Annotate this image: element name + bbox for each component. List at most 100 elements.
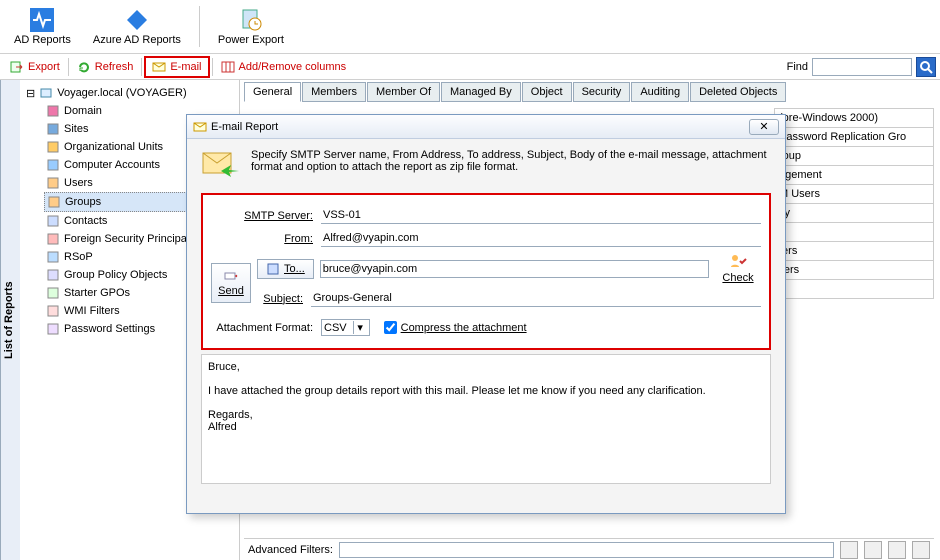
mail-forward-icon — [201, 149, 241, 183]
find-label: Find — [787, 61, 808, 73]
tree-root[interactable]: ⊟ Voyager.local (VOYAGER) — [24, 84, 235, 102]
tree-item-label: Computer Accounts — [64, 159, 160, 171]
af-btn1[interactable] — [840, 541, 858, 559]
table-row[interactable]: xy — [774, 204, 934, 223]
send-button[interactable]: Send — [211, 263, 251, 303]
item-icon — [46, 158, 60, 172]
send-label: Send — [218, 285, 244, 297]
tabs: GeneralMembersMember OfManaged ByObjectS… — [240, 82, 940, 102]
to-input[interactable]: bruce@vyapin.com — [320, 260, 709, 278]
table-row[interactable]: Password Replication Gro — [774, 128, 934, 147]
tree-item-label: Contacts — [64, 215, 107, 227]
from-label: From: — [211, 233, 321, 245]
table-row[interactable]: agement — [774, 166, 934, 185]
check-button[interactable]: Check — [715, 253, 761, 284]
columns-button[interactable]: Add/Remove columns — [215, 58, 353, 76]
side-label: List of Reports — [3, 281, 15, 359]
table-row[interactable]: M Users — [774, 185, 934, 204]
tree-item-label: Foreign Security Principals — [64, 233, 195, 245]
attach-label: Attachment Format: — [211, 322, 321, 334]
tree-item-label: WMI Filters — [64, 305, 120, 317]
check-label: Check — [722, 272, 753, 284]
compress-label: Compress the attachment — [401, 322, 527, 334]
find-input[interactable] — [812, 58, 912, 76]
dialog-header: Specify SMTP Server name, From Address, … — [187, 139, 785, 193]
item-icon — [46, 214, 60, 228]
compress-checkbox[interactable]: Compress the attachment — [384, 321, 527, 334]
item-icon — [46, 268, 60, 282]
tree-item-label: Users — [64, 177, 93, 189]
tab[interactable]: Members — [302, 82, 366, 102]
ribbon-label: Azure AD Reports — [93, 34, 181, 46]
af-btn3[interactable] — [888, 541, 906, 559]
item-icon — [46, 176, 60, 190]
email-body[interactable]: Bruce, I have attached the group details… — [201, 354, 771, 484]
ribbon-power[interactable]: Power Export — [210, 2, 292, 51]
server-icon — [39, 86, 53, 100]
subject-label: Subject: — [257, 293, 311, 305]
item-icon — [46, 232, 60, 246]
from-input[interactable]: Alfred@vyapin.com — [321, 230, 761, 247]
ribbon-label: AD Reports — [14, 34, 71, 46]
minus-icon: ⊟ — [26, 87, 35, 100]
tree-root-label: Voyager.local (VOYAGER) — [57, 87, 186, 99]
format-value: CSV — [324, 322, 347, 334]
ribbon-adreports[interactable]: AD Reports — [6, 2, 79, 51]
ribbon-azure[interactable]: Azure AD Reports — [85, 2, 189, 51]
smtp-input[interactable]: VSS-01 — [321, 207, 761, 224]
item-icon — [46, 104, 60, 118]
tab[interactable]: Object — [522, 82, 572, 102]
clock-doc-icon — [239, 8, 263, 32]
item-icon — [46, 140, 60, 154]
send-icon — [224, 269, 238, 283]
refresh-button[interactable]: Refresh — [71, 58, 140, 76]
tab[interactable]: Auditing — [631, 82, 689, 102]
item-icon — [47, 195, 61, 209]
table-row[interactable]: s — [774, 223, 934, 242]
tab[interactable]: Member Of — [367, 82, 440, 102]
ribbon: AD Reports Azure AD Reports Power Export — [0, 0, 940, 54]
btn-label: E-mail — [170, 61, 201, 73]
tab[interactable]: General — [244, 82, 301, 102]
side-tab[interactable]: List of Reports — [0, 80, 20, 560]
table-row[interactable]: s — [774, 280, 934, 299]
tree-item-label: Group Policy Objects — [64, 269, 167, 281]
email-button[interactable]: E-mail — [144, 56, 209, 78]
tab[interactable]: Security — [573, 82, 631, 102]
person-check-icon — [728, 253, 748, 269]
tree-item-label: Password Settings — [64, 323, 155, 335]
chevron-down-icon: ▾ — [353, 321, 367, 334]
find-box: Find — [787, 57, 936, 77]
find-go[interactable] — [916, 57, 936, 77]
table-row[interactable]: llers — [774, 261, 934, 280]
dialog-title: E-mail Report — [211, 121, 278, 133]
tab[interactable]: Managed By — [441, 82, 521, 102]
table-row[interactable]: ters — [774, 242, 934, 261]
format-select[interactable]: CSV ▾ — [321, 319, 370, 336]
af-label: Advanced Filters: — [248, 544, 333, 556]
search-icon — [919, 60, 933, 74]
bg-table: (pre-Windows 2000)Password Replication G… — [774, 108, 934, 299]
tab[interactable]: Deleted Objects — [690, 82, 786, 102]
af-btn2[interactable] — [864, 541, 882, 559]
tree-item-label: RSoP — [64, 251, 93, 263]
af-input[interactable] — [339, 542, 834, 558]
table-row[interactable]: roup — [774, 147, 934, 166]
subject-input[interactable]: Groups-General — [311, 290, 761, 307]
close-button[interactable]: ✕ — [749, 119, 779, 135]
af-btn4[interactable] — [912, 541, 930, 559]
export-button[interactable]: Export — [4, 58, 66, 76]
close-icon: ✕ — [759, 120, 768, 133]
export-icon — [10, 60, 24, 74]
to-button[interactable]: To... — [257, 259, 314, 279]
item-icon — [46, 250, 60, 264]
pulse-icon — [30, 8, 54, 32]
item-icon — [46, 322, 60, 336]
ribbon-label: Power Export — [218, 34, 284, 46]
dialog-titlebar: E-mail Report ✕ — [187, 115, 785, 139]
table-row[interactable]: (pre-Windows 2000) — [774, 108, 934, 128]
to-label: To... — [284, 263, 305, 275]
item-icon — [46, 304, 60, 318]
tree-item-label: Sites — [64, 123, 88, 135]
compress-input[interactable] — [384, 321, 397, 334]
